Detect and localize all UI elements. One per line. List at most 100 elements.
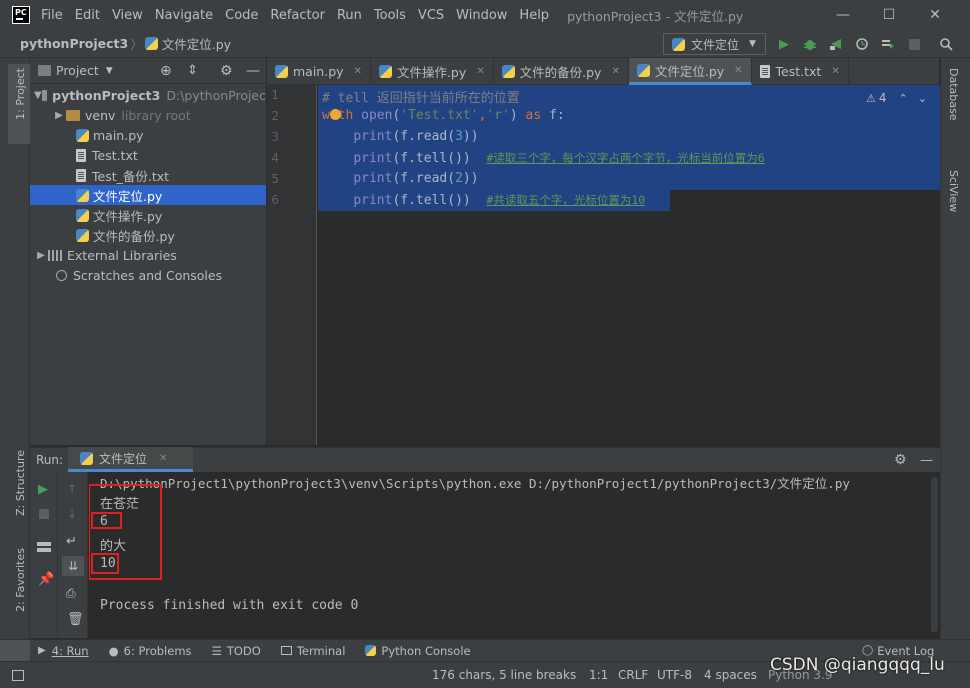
tree-item-file-locate-py[interactable]: 文件定位.py (30, 185, 266, 205)
close-button[interactable]: ✕ (912, 0, 958, 30)
tree-item-external-libraries[interactable]: ▶ External Libraries (30, 245, 266, 265)
code-editor[interactable]: # tell 返回指针当前所在的位置 with open('Test.txt',… (318, 85, 940, 445)
tree-item-label: Test.txt (92, 147, 138, 163)
scroll-to-end-icon[interactable]: ⇊ (62, 556, 84, 576)
profile-icon[interactable] (854, 36, 870, 52)
inspection-widget[interactable]: ⚠ 4 ⌃ ⌄ (866, 88, 934, 108)
arrow-down-icon[interactable]: ↓ (67, 507, 77, 521)
status-encoding[interactable]: UTF-8 (657, 661, 692, 688)
stop-icon[interactable] (906, 36, 922, 52)
bulb-icon[interactable] (330, 109, 341, 120)
run-tab-label: 文件定位 (99, 451, 148, 466)
close-icon[interactable]: ✕ (831, 66, 839, 77)
database-tool-tab[interactable]: Database (947, 68, 960, 121)
close-icon[interactable]: ✕ (734, 65, 742, 76)
menu-refactor[interactable]: Refactor (270, 8, 325, 23)
tab-file-ops-py[interactable]: 文件操作.py ✕ (371, 58, 494, 85)
tab-run[interactable]: ▶ 4: Run (38, 644, 89, 658)
chevron-up-icon[interactable]: ⌃ (899, 92, 908, 105)
run-icon: ▶ (38, 645, 46, 656)
layout-icon[interactable] (37, 542, 51, 552)
chevron-down-icon[interactable]: ▼ (106, 66, 113, 76)
tab-file-locate-py[interactable]: 文件定位.py ✕ (628, 58, 752, 85)
status-indent[interactable]: 4 spaces (704, 661, 757, 688)
debug-icon[interactable] (802, 36, 818, 52)
project-view-selector[interactable]: Project (56, 63, 99, 78)
menu-file[interactable]: File (41, 8, 63, 23)
close-icon[interactable]: ✕ (159, 453, 167, 464)
soft-wrap-icon[interactable]: ↵ (66, 534, 77, 549)
code-line-6: print(f.tell()) #共读取五个字，光标位置为10 (353, 193, 646, 208)
tab-main-py[interactable]: main.py ✕ (267, 58, 371, 85)
tab-label: Test.txt (775, 64, 822, 79)
close-icon[interactable]: ✕ (354, 66, 362, 77)
tree-item-main-py[interactable]: main.py (30, 125, 266, 145)
hide-panel-icon[interactable]: — (246, 63, 260, 79)
status-line-separator[interactable]: CRLF (618, 661, 648, 688)
breadcrumb-project[interactable]: pythonProject3 (20, 36, 128, 51)
menu-edit[interactable]: Edit (75, 8, 100, 23)
tab-python-console[interactable]: Python Console (365, 644, 471, 658)
close-icon[interactable]: ✕ (476, 66, 484, 77)
tree-item-test-backup-txt[interactable]: Test_备份.txt (30, 165, 266, 185)
run-tab[interactable]: 文件定位 ✕ (68, 447, 193, 472)
coverage-icon[interactable] (828, 36, 844, 52)
collapse-all-icon[interactable]: ⇕ (187, 63, 198, 78)
minimize-button[interactable]: — (820, 0, 866, 30)
menu-help[interactable]: Help (519, 8, 549, 23)
tree-item-scratches[interactable]: Scratches and Consoles (30, 265, 266, 285)
tab-terminal[interactable]: Terminal (280, 644, 345, 658)
rerun-icon[interactable]: ▶ (38, 482, 48, 497)
structure-tool-tab[interactable]: Z: Structure (14, 450, 27, 516)
menu-code[interactable]: Code (225, 8, 258, 23)
close-icon[interactable]: ✕ (611, 66, 619, 77)
tree-item-file-backup-py[interactable]: 文件的备份.py (30, 225, 266, 245)
run-config-selector[interactable]: 文件定位 ▼ (663, 33, 766, 55)
run-console[interactable]: D:\pythonProject1\pythonProject3\venv\Sc… (89, 472, 929, 638)
menu-run[interactable]: Run (337, 8, 362, 23)
gear-icon[interactable]: ⚙ (894, 452, 907, 468)
pin-icon[interactable]: 📌 (38, 572, 54, 587)
tree-item-label: Scratches and Consoles (73, 267, 223, 283)
search-icon[interactable] (938, 36, 954, 52)
console-scrollbar[interactable] (929, 472, 940, 638)
tab-todo[interactable]: ☰ TODO (212, 644, 261, 658)
gear-icon[interactable]: ⚙ (220, 63, 233, 79)
chevron-down-icon[interactable]: ⌄ (918, 92, 927, 105)
scratches-icon (56, 269, 67, 281)
tab-test-txt[interactable]: Test.txt ✕ (752, 58, 849, 85)
chevron-down-icon: ▼ (34, 89, 42, 101)
locate-icon[interactable]: ⊕ (160, 63, 172, 79)
sciview-tool-tab[interactable]: SciView (947, 170, 960, 212)
tree-item-venv[interactable]: ▶ venv library root (30, 105, 266, 125)
run-icon[interactable]: ▶ (776, 36, 792, 52)
run-with-options-icon[interactable] (880, 36, 896, 52)
line-number: 1 (271, 88, 279, 102)
info-icon: ● (108, 643, 119, 658)
trash-icon[interactable]: 🗑 (67, 612, 84, 627)
hide-panel-icon[interactable]: — (920, 453, 933, 468)
menu-vcs[interactable]: VCS (418, 8, 444, 23)
run-label: Run: (36, 453, 64, 467)
tree-root-name: pythonProject3 (52, 87, 161, 103)
tab-file-backup-py[interactable]: 文件的备份.py ✕ (494, 58, 629, 85)
project-tool-tab[interactable]: 1: Project (14, 68, 27, 120)
menu-navigate[interactable]: Navigate (155, 8, 213, 23)
print-icon[interactable]: ⎙ (66, 586, 76, 601)
inspection-count: 4 (878, 91, 887, 105)
tree-item-test-txt[interactable]: Test.txt (30, 145, 266, 165)
stop-icon[interactable] (39, 509, 49, 519)
maximize-button[interactable]: ☐ (866, 0, 912, 30)
menu-tools[interactable]: Tools (374, 8, 406, 23)
favorites-tool-tab[interactable]: 2: Favorites (14, 548, 27, 612)
toggle-tool-windows-icon[interactable] (12, 669, 24, 681)
tab-problems[interactable]: ● 6: Problems (109, 644, 192, 658)
python-file-icon (76, 128, 89, 142)
arrow-up-icon[interactable]: ↑ (67, 482, 77, 496)
tree-root[interactable]: ▼ pythonProject3 D:\pythonProjec (30, 85, 266, 105)
menu-window[interactable]: Window (456, 8, 507, 23)
tree-item-file-ops-py[interactable]: 文件操作.py (30, 205, 266, 225)
status-cursor-position[interactable]: 1:1 (589, 661, 608, 688)
menu-view[interactable]: View (112, 8, 143, 23)
breadcrumb-file[interactable]: 文件定位.py (162, 34, 231, 53)
